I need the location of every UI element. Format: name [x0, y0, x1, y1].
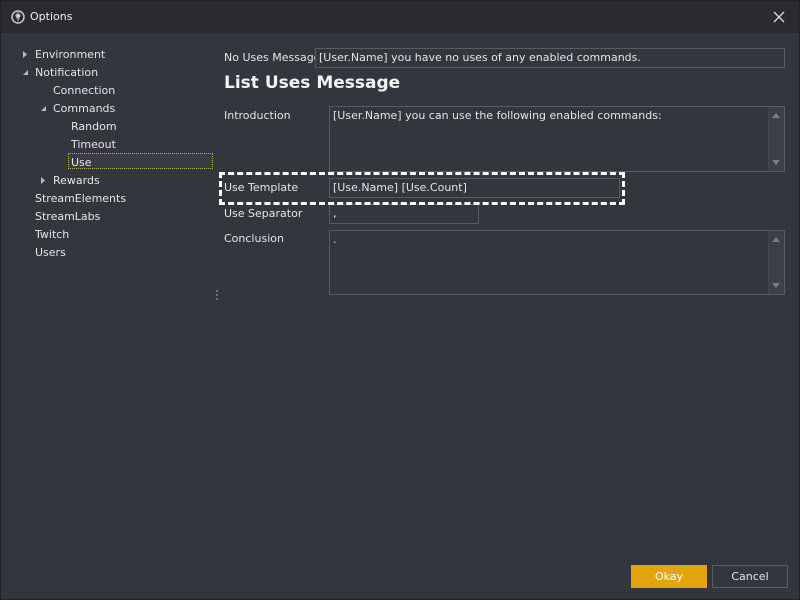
- triangle-down-right-icon[interactable]: [21, 64, 31, 81]
- tree-item-label: Environment: [35, 48, 106, 61]
- tree-item-label: Notification: [35, 66, 99, 79]
- triangle-right-icon[interactable]: [21, 46, 31, 63]
- introduction-scrollbar[interactable]: [768, 107, 784, 171]
- conclusion-label: Conclusion: [224, 232, 284, 245]
- tree-item-label: Use: [71, 156, 92, 169]
- no-uses-message-field[interactable]: [User.Name] you have no uses of any enab…: [315, 48, 785, 68]
- tree-item-label: StreamElements: [35, 192, 127, 205]
- introduction-field[interactable]: [User.Name] you can use the following en…: [329, 106, 785, 172]
- use-separator-value: ,: [333, 207, 337, 220]
- section-heading: List Uses Message: [224, 73, 401, 93]
- no-uses-message-value: [User.Name] you have no uses of any enab…: [319, 51, 641, 64]
- tree-item-label: StreamLabs: [35, 210, 101, 223]
- use-template-value: [Use.Name] [Use.Count]: [333, 181, 467, 194]
- tree-item-label: Twitch: [35, 228, 70, 241]
- close-icon: [773, 11, 785, 23]
- title-bar: Options: [1, 1, 799, 33]
- triangle-right-icon[interactable]: [39, 172, 49, 189]
- tree-item-label: Random: [71, 120, 117, 133]
- app-icon: [10, 9, 26, 25]
- scroll-down-icon[interactable]: [772, 283, 780, 288]
- tree-item-label: Commands: [53, 102, 116, 115]
- scroll-up-icon[interactable]: [772, 113, 780, 118]
- conclusion-scrollbar[interactable]: [768, 231, 784, 294]
- okay-button[interactable]: Okay: [631, 565, 707, 588]
- scroll-down-icon[interactable]: [772, 160, 780, 165]
- window-title: Options: [30, 10, 73, 23]
- use-separator-label: Use Separator: [224, 207, 303, 220]
- tree-item-label: Users: [35, 246, 66, 259]
- use-template-label: Use Template: [224, 181, 299, 194]
- conclusion-value: .: [333, 233, 337, 246]
- panel-splitter[interactable]: [216, 290, 219, 304]
- tree-item-label: Timeout: [71, 138, 116, 151]
- options-window: Options Environment Notification Connect…: [0, 0, 800, 600]
- cancel-button[interactable]: Cancel: [712, 565, 788, 588]
- use-template-field[interactable]: [Use.Name] [Use.Count]: [329, 178, 620, 198]
- close-button[interactable]: [769, 7, 789, 27]
- conclusion-field[interactable]: .: [329, 230, 785, 295]
- no-uses-message-label: No Uses Message: [224, 51, 321, 64]
- scroll-up-icon[interactable]: [772, 237, 780, 242]
- use-separator-field[interactable]: ,: [329, 204, 479, 224]
- tree-item-label: Rewards: [53, 174, 100, 187]
- introduction-value: [User.Name] you can use the following en…: [333, 109, 662, 122]
- tree-item-label: Connection: [53, 84, 116, 97]
- introduction-label: Introduction: [224, 109, 291, 122]
- triangle-down-right-icon[interactable]: [39, 100, 49, 117]
